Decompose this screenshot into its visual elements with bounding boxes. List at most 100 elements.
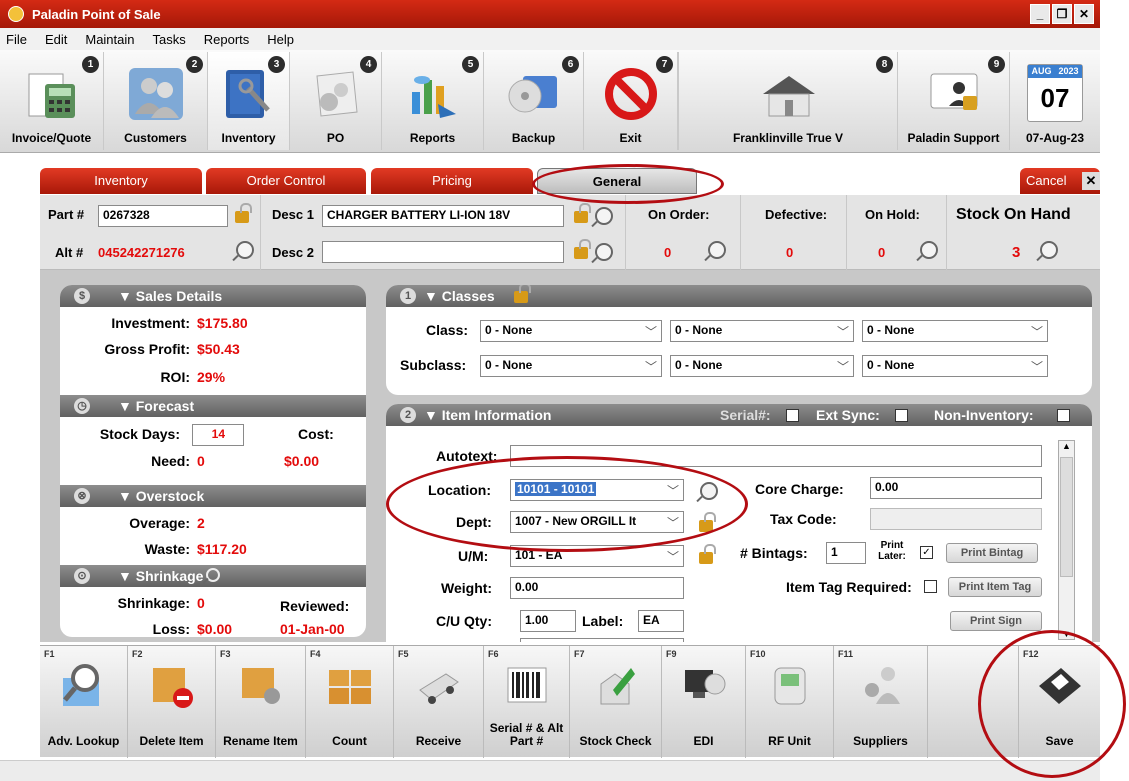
on-order-label: On Order:: [648, 207, 710, 222]
toolbar-customers[interactable]: 2 Customers: [104, 52, 208, 150]
on-hold-value: 0: [878, 245, 886, 260]
print-item-tag-button[interactable]: Print Item Tag: [948, 577, 1042, 597]
stock-lookup-icon[interactable]: [1040, 241, 1058, 259]
menu-maintain[interactable]: Maintain: [85, 32, 134, 47]
status-bar: [0, 760, 1100, 781]
forecast-header[interactable]: ◷ ▼ Forecast: [60, 395, 366, 417]
desc2-lookup-icon[interactable]: [595, 243, 613, 261]
rename-item-button[interactable]: F3 Rename Item: [216, 646, 306, 758]
desc2-field[interactable]: [322, 241, 564, 263]
ext-sync-checkbox[interactable]: [895, 409, 908, 422]
tab-order-control[interactable]: Order Control: [206, 168, 366, 194]
toolbar-calendar[interactable]: AUG 2023 07 07-Aug-23: [1010, 52, 1100, 150]
desc1-lock-icon[interactable]: [574, 203, 591, 223]
edi-button[interactable]: F9 EDI: [662, 646, 746, 758]
bintags-stepper[interactable]: 1: [826, 542, 866, 564]
on-hold-lookup-icon[interactable]: [920, 241, 938, 259]
rename-box-icon: [241, 668, 280, 704]
rf-unit-icon: [774, 667, 805, 705]
subclass-select-3[interactable]: 0 - None ﹀: [862, 355, 1048, 377]
dept-select[interactable]: 1007 - New ORGILL It ﹀: [510, 511, 684, 533]
print-sign-button[interactable]: Print Sign: [950, 611, 1042, 631]
menu-reports[interactable]: Reports: [204, 32, 250, 47]
restore-button[interactable]: ❐: [1052, 4, 1072, 24]
lock-icon[interactable]: [235, 203, 252, 223]
um-lock-icon[interactable]: [699, 544, 716, 564]
desc1-field[interactable]: CHARGER BATTERY LI-ION 18V: [322, 205, 564, 227]
receive-button[interactable]: F5 Receive: [394, 646, 484, 758]
shrinkage-lookup-icon[interactable]: [206, 568, 220, 582]
subclass-select-2[interactable]: 0 - None ﹀: [670, 355, 854, 377]
subclass-select-1[interactable]: 0 - None ﹀: [480, 355, 662, 377]
minimize-button[interactable]: _: [1030, 4, 1050, 24]
overstock-header[interactable]: ⊗ ▼ Overstock: [60, 485, 366, 507]
serial-alt-part-button[interactable]: F6 Serial # & Alt Part #: [484, 646, 570, 758]
um-select[interactable]: 101 - EA ﹀: [510, 545, 684, 567]
adv-lookup-button[interactable]: F1 Adv. Lookup: [40, 646, 128, 758]
desc1-lookup-icon[interactable]: [595, 207, 613, 225]
tab-pricing[interactable]: Pricing: [371, 168, 533, 194]
toolbar-backup[interactable]: 6 Backup: [484, 52, 584, 150]
menu-tasks[interactable]: Tasks: [153, 32, 186, 47]
on-order-lookup-icon[interactable]: [708, 241, 726, 259]
on-order-value: 0: [664, 245, 672, 260]
extra-field[interactable]: [520, 638, 684, 642]
title-bar: Paladin Point of Sale _ ❐ ✕: [0, 0, 1100, 28]
toolbar-inventory[interactable]: 3 Inventory: [208, 52, 290, 150]
menu-edit[interactable]: Edit: [45, 32, 67, 47]
classes-lock-icon[interactable]: [514, 285, 531, 303]
toolbar-reports[interactable]: 5 Reports: [382, 52, 484, 150]
scroll-up-icon[interactable]: ▲: [1059, 441, 1074, 451]
toolbar-po[interactable]: 4 PO: [290, 52, 382, 150]
print-later-checkbox[interactable]: ✓: [920, 546, 933, 559]
stock-check-button[interactable]: F7 Stock Check: [570, 646, 662, 758]
dept-lock-icon[interactable]: [699, 512, 716, 532]
suppliers-icon: [864, 667, 900, 704]
sales-details-header[interactable]: $ ▼ Sales Details: [60, 285, 366, 307]
classes-header[interactable]: 1 ▼ Classes: [386, 285, 1092, 307]
delete-item-button[interactable]: F2 Delete Item: [128, 646, 216, 758]
part-number-field[interactable]: 0267328: [98, 205, 228, 227]
scroll-down-icon[interactable]: ▼: [1059, 629, 1074, 639]
desc1-label: Desc 1: [272, 207, 314, 222]
rf-unit-button[interactable]: F10 RF Unit: [746, 646, 834, 758]
class-select-1[interactable]: 0 - None ﹀: [480, 320, 662, 342]
location-select[interactable]: 10101 - 10101 ﹀: [510, 479, 684, 501]
tab-inventory[interactable]: Inventory: [40, 168, 202, 194]
label-field[interactable]: EA: [638, 610, 684, 632]
stock-days-stepper[interactable]: 14: [192, 424, 244, 446]
suppliers-button[interactable]: F11 Suppliers: [834, 646, 928, 758]
item-tag-checkbox[interactable]: [924, 580, 937, 593]
weight-field[interactable]: 0.00: [510, 577, 684, 599]
overage-value: 2: [197, 515, 205, 531]
non-inventory-checkbox[interactable]: [1057, 409, 1070, 422]
close-button[interactable]: ✕: [1074, 4, 1094, 24]
class-select-3[interactable]: 0 - None ﹀: [862, 320, 1048, 342]
cu-qty-field[interactable]: 1.00: [520, 610, 576, 632]
toolbar-exit[interactable]: 7 Exit: [584, 52, 678, 150]
menu-help[interactable]: Help: [267, 32, 294, 47]
toolbar-store[interactable]: 8 Franklinville True V: [678, 52, 898, 150]
location-lookup-icon[interactable]: [700, 482, 718, 500]
class-select-2[interactable]: 0 - None ﹀: [670, 320, 854, 342]
count-button[interactable]: F4 Count: [306, 646, 394, 758]
function-key-bar: F1 Adv. Lookup F2 Delete Item F3 Rename …: [40, 645, 1100, 758]
scroll-thumb[interactable]: [1060, 457, 1073, 577]
desc2-lock-icon[interactable]: [574, 239, 591, 259]
cancel-button[interactable]: Cancel ✕: [1020, 168, 1100, 194]
menu-file[interactable]: File: [6, 32, 27, 47]
core-charge-field[interactable]: 0.00: [870, 477, 1042, 499]
edi-icon: [684, 670, 725, 698]
item-information-header[interactable]: 2 ▼ Item Information Serial#: Ext Sync: N…: [386, 404, 1092, 426]
classes-panel: 1 ▼ Classes Class: 0 - None ﹀ 0 - None ﹀ 0 …: [386, 285, 1092, 395]
autotext-field[interactable]: [510, 445, 1042, 467]
save-button[interactable]: F12 Save: [1018, 646, 1100, 758]
print-bintag-button[interactable]: Print Bintag: [946, 543, 1038, 563]
serial-checkbox[interactable]: [786, 409, 799, 422]
shrinkage-header[interactable]: ⊙ ▼ Shrinkage: [60, 565, 366, 587]
item-scrollbar[interactable]: ▲ ▼: [1058, 440, 1075, 640]
toolbar-invoice-quote[interactable]: 1 Invoice/Quote: [0, 52, 104, 150]
tab-general[interactable]: General: [537, 168, 697, 194]
alt-lookup-icon[interactable]: [236, 241, 254, 259]
toolbar-paladin-support[interactable]: 9 Paladin Support: [898, 52, 1010, 150]
